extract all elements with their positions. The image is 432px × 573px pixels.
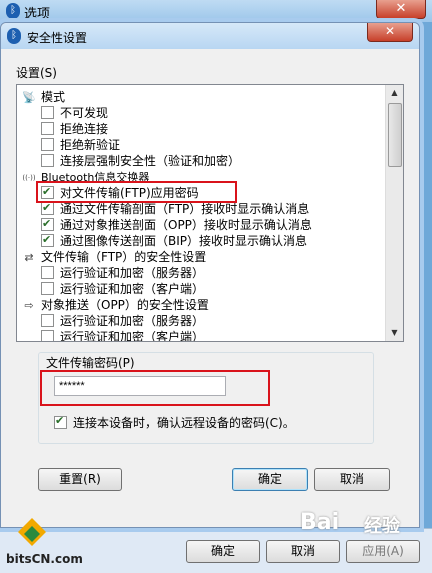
tree-item-checkbox[interactable] bbox=[41, 106, 54, 119]
tree-scrollbar[interactable]: ▲ ▼ bbox=[385, 85, 403, 341]
tree-item-12[interactable]: 运行验证和加密（客户端） bbox=[41, 281, 204, 297]
tree-item-2[interactable]: 拒绝连接 bbox=[41, 121, 108, 137]
outer-cancel-button[interactable]: 取消 bbox=[266, 540, 340, 563]
tree-item-1[interactable]: 不可发现 bbox=[41, 105, 108, 121]
tree-item-checkbox[interactable] bbox=[41, 314, 54, 327]
signal-icon: ((·)) bbox=[22, 173, 36, 182]
outer-close-icon[interactable]: ✕ bbox=[376, 0, 426, 19]
cancel-button[interactable]: 取消 bbox=[314, 468, 390, 491]
tree-row-label: 连接层强制安全性（验证和加密） bbox=[60, 154, 241, 168]
outer-ok-button[interactable]: 确定 bbox=[186, 540, 260, 563]
tree-item-checkbox[interactable] bbox=[41, 216, 54, 232]
highlight-box-ftp-password bbox=[36, 181, 237, 203]
confirm-remote-row[interactable]: 连接本设备时，确认远程设备的密码(C)。 bbox=[54, 414, 295, 431]
tree-row-label: 通过对象推送剖面（OPP）接收时显示确认消息 bbox=[60, 218, 312, 232]
tree-row-label: 运行验证和加密（服务器） bbox=[60, 314, 205, 328]
tree-item-14[interactable]: 运行验证和加密（服务器） bbox=[41, 313, 204, 329]
transfer-icon: ⇄ bbox=[24, 250, 34, 264]
satellite-icon: 📡 bbox=[22, 90, 36, 104]
tree-item-checkbox[interactable] bbox=[41, 154, 54, 167]
tree-row-label: 不可发现 bbox=[60, 106, 109, 120]
tree-item-8[interactable]: 通过对象推送剖面（OPP）接收时显示确认消息 bbox=[41, 216, 312, 233]
tree-item-checkbox[interactable] bbox=[41, 266, 54, 279]
tree-row-label: 通过文件传输剖面（FTP）接收时显示确认消息 bbox=[60, 202, 310, 216]
outer-apply-button[interactable]: 应用(A) bbox=[346, 540, 420, 563]
tree-row-label: 模式 bbox=[41, 90, 66, 104]
settings-tree-list[interactable]: 运行验证和加密（客户端） 运行验证和加密（服务器） ⇨ 对象推送（OPP）的安全性设置… bbox=[16, 84, 404, 342]
bluetooth-icon: ᛒ bbox=[7, 28, 21, 44]
tree-row-label: 运行验证和加密（客户端） bbox=[60, 330, 205, 342]
reset-button[interactable]: 重置(R) bbox=[38, 468, 122, 491]
tree-item-checkbox[interactable] bbox=[41, 232, 54, 248]
tree-item-15[interactable]: 运行验证和加密（客户端） bbox=[41, 329, 205, 342]
tree-row-label: 文件传输（FTP）的安全性设置 bbox=[41, 250, 207, 264]
tree-item-checkbox[interactable] bbox=[41, 282, 54, 295]
baidu-watermark: Bai bbox=[300, 510, 340, 535]
tree-item-3[interactable]: 拒绝新验证 bbox=[41, 137, 120, 153]
bitscn-logo bbox=[6, 516, 58, 556]
tree-item-7[interactable]: 通过文件传输剖面（FTP）接收时显示确认消息 bbox=[41, 200, 310, 217]
bitscn-watermark: bitsCN.com bbox=[6, 552, 83, 566]
tree-row-label: 对象推送（OPP）的安全性设置 bbox=[41, 298, 209, 312]
tree-group-0: 📡 模式 bbox=[21, 89, 65, 105]
tree-item-9[interactable]: 通过图像传送剖面（BIP）接收时显示确认消息 bbox=[41, 232, 308, 249]
settings-label: 设置(S) bbox=[16, 66, 57, 80]
dialog-title: 安全性设置 bbox=[27, 31, 88, 45]
tree-item-checkbox[interactable] bbox=[41, 138, 54, 151]
dialog-titlebar: ᛒ 安全性设置 ✕ bbox=[1, 23, 419, 49]
push-icon: ⇨ bbox=[24, 298, 34, 312]
tree-row-label: 通过图像传送剖面（BIP）接收时显示确认消息 bbox=[60, 234, 308, 248]
tree-item-4[interactable]: 连接层强制安全性（验证和加密） bbox=[41, 153, 240, 169]
tree-row-label: 拒绝新验证 bbox=[60, 138, 121, 152]
tree-row-label: 拒绝连接 bbox=[60, 122, 109, 136]
outer-window-title: 选项 bbox=[24, 7, 51, 22]
scroll-thumb[interactable] bbox=[388, 103, 402, 167]
baidu-jingyan-watermark: 经验 bbox=[364, 516, 400, 537]
highlight-box-password-input bbox=[40, 370, 270, 406]
bluetooth-icon: ᛒ bbox=[6, 3, 20, 19]
tree-item-checkbox[interactable] bbox=[41, 330, 54, 341]
tree-row-label: 运行验证和加密（服务器） bbox=[60, 266, 205, 280]
dialog-close-icon[interactable]: ✕ bbox=[367, 23, 413, 42]
tree-group-13: ⇨ 对象推送（OPP）的安全性设置 bbox=[21, 297, 209, 313]
ftp-password-label: 文件传输密码(P) bbox=[44, 354, 137, 371]
confirm-remote-label: 连接本设备时，确认远程设备的密码(C)。 bbox=[73, 416, 295, 430]
confirm-remote-checkbox[interactable] bbox=[54, 414, 67, 429]
tree-row-label: 运行验证和加密（客户端） bbox=[60, 282, 205, 296]
tree-item-checkbox[interactable] bbox=[41, 122, 54, 135]
scroll-up-icon[interactable]: ▲ bbox=[386, 85, 403, 101]
tree-item-11[interactable]: 运行验证和加密（服务器） bbox=[41, 265, 204, 281]
outer-window-titlebar: ᛒ 选项 ✕ bbox=[0, 0, 432, 22]
tree-item-checkbox[interactable] bbox=[41, 200, 54, 216]
scroll-down-icon[interactable]: ▼ bbox=[386, 325, 403, 341]
tree-group-10: ⇄ 文件传输（FTP）的安全性设置 bbox=[21, 249, 206, 265]
ok-button[interactable]: 确定 bbox=[232, 468, 308, 491]
